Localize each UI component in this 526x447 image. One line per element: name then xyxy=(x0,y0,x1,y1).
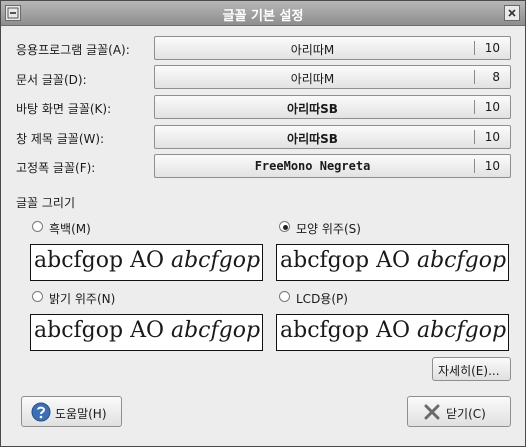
font-name: 아리따M xyxy=(290,43,335,57)
details-button-label: 자세히(E)... xyxy=(438,364,500,378)
separator xyxy=(474,70,475,84)
font-size: 10 xyxy=(484,130,500,144)
desktop-font-label: 바탕 화면 글꼴(K): xyxy=(16,102,112,116)
close-button[interactable]: 닫기(C) xyxy=(407,396,511,427)
desktop-font-button[interactable]: 아리따SB 10 xyxy=(154,95,511,119)
radio-label: 모양 위주(S) xyxy=(296,222,361,236)
font-preferences-window: 글꼴 기본 설정 응용프로그램 글꼴(A): 아리따M 10 문서 글꼴(D):… xyxy=(0,0,526,447)
separator xyxy=(474,41,475,55)
help-icon xyxy=(31,402,51,422)
separator xyxy=(474,100,475,114)
preview-best-contrast[interactable]: abcfgop AO abcfgop xyxy=(30,314,263,351)
preview-text: abcfgop AO abcfgop xyxy=(280,248,507,273)
radio-selected-dot xyxy=(283,225,288,230)
fixed-width-font-button[interactable]: FreeMono Negreta 10 xyxy=(154,154,511,178)
radio-circle[interactable] xyxy=(279,291,290,302)
preview-text: abcfgop AO abcfgop xyxy=(34,248,261,273)
preview-lcd[interactable]: abcfgop AO abcfgop xyxy=(276,314,509,351)
radio-best-contrast[interactable]: 밝기 위주(N) xyxy=(32,290,232,306)
window-close-icon[interactable] xyxy=(504,5,520,21)
radio-label: LCD용(P) xyxy=(296,292,348,306)
window-title-font-label: 창 제목 글꼴(W): xyxy=(16,132,105,146)
font-name: 아리따M xyxy=(290,72,335,86)
font-name: 아리따SB xyxy=(287,132,338,146)
help-button-label: 도움말(H) xyxy=(55,407,107,421)
font-name: 아리따SB xyxy=(287,102,338,116)
radio-circle[interactable] xyxy=(32,221,43,232)
separator xyxy=(474,159,475,173)
font-size: 10 xyxy=(484,159,500,173)
font-size: 8 xyxy=(492,70,500,84)
font-name: FreeMono Negreta xyxy=(254,159,371,173)
radio-circle[interactable] xyxy=(32,291,43,302)
application-font-label: 응용프로그램 글꼴(A): xyxy=(16,43,130,57)
help-button[interactable]: 도움말(H) xyxy=(21,396,122,427)
fixed-width-font-label: 고정폭 글꼴(F): xyxy=(16,161,96,175)
document-font-button[interactable]: 아리따M 8 xyxy=(154,65,511,89)
close-button-label: 닫기(C) xyxy=(446,407,486,421)
window-title: 글꼴 기본 설정 xyxy=(222,9,304,24)
font-size: 10 xyxy=(484,41,500,55)
details-button[interactable]: 자세히(E)... xyxy=(432,357,511,381)
radio-label: 밝기 위주(N) xyxy=(49,292,116,306)
preview-monochrome[interactable]: abcfgop AO abcfgop xyxy=(30,244,263,281)
radio-monochrome[interactable]: 흑백(M) xyxy=(32,220,232,236)
radio-label: 흑백(M) xyxy=(49,222,91,236)
window-title-font-button[interactable]: 아리따SB 10 xyxy=(154,125,511,149)
close-x-icon xyxy=(424,404,440,420)
radio-lcd[interactable]: LCD용(P) xyxy=(279,290,479,306)
preview-text: abcfgop AO abcfgop xyxy=(34,318,261,343)
preview-best-shapes[interactable]: abcfgop AO abcfgop xyxy=(276,244,509,281)
title-bar[interactable]: 글꼴 기본 설정 xyxy=(1,1,525,26)
preview-text: abcfgop AO abcfgop xyxy=(280,318,507,343)
application-font-button[interactable]: 아리따M 10 xyxy=(154,36,511,60)
font-size: 10 xyxy=(484,100,500,114)
separator xyxy=(474,130,475,144)
radio-best-shapes[interactable]: 모양 위주(S) xyxy=(279,220,479,236)
rendering-section-title: 글꼴 그리기 xyxy=(16,196,76,210)
radio-circle[interactable] xyxy=(279,221,290,232)
document-font-label: 문서 글꼴(D): xyxy=(16,73,87,87)
